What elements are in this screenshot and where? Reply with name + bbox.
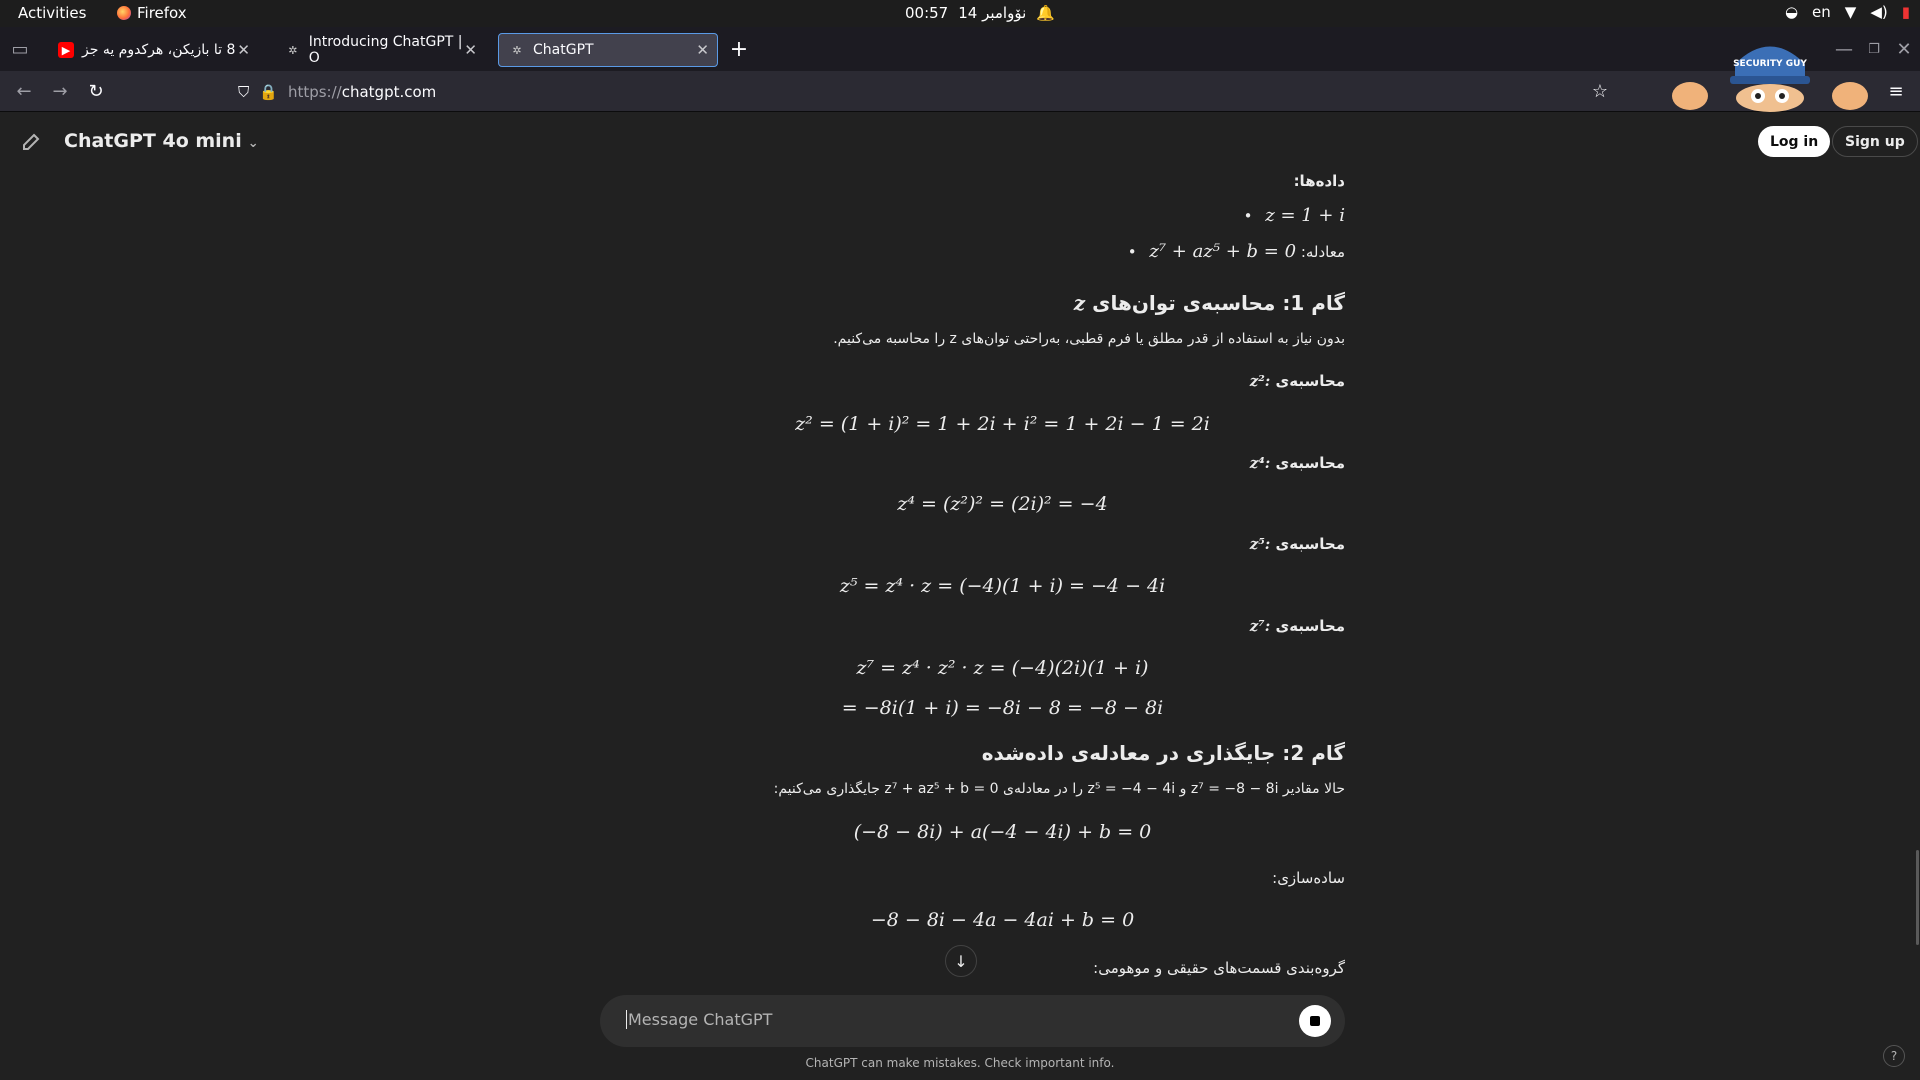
tab-label: 8 تا بازیکن، هرکدوم یه جز — [82, 42, 236, 58]
given-item-2: معادله: z⁷ + az⁵ + b = 0 — [1120, 238, 1345, 265]
step-1-title-var: z — [1073, 291, 1086, 315]
step-1-title: گام 1: محاسبه‌ی توان‌های — [1092, 291, 1345, 315]
calc-z5-label: محاسبه‌ی z⁵: — [1250, 533, 1345, 556]
disclaimer-text: ChatGPT can make mistakes. Check importa… — [805, 1056, 1115, 1070]
bookmark-star-icon[interactable]: ☆ — [1588, 79, 1612, 103]
given-1-math: z = 1 + i — [1265, 205, 1345, 226]
stop-icon — [1310, 1016, 1320, 1026]
signup-button[interactable]: Sign up — [1832, 126, 1918, 157]
language-indicator[interactable]: en — [1812, 3, 1831, 21]
close-icon[interactable]: ✕ — [464, 41, 477, 59]
hamburger-menu-icon[interactable]: ≡ — [1884, 79, 1908, 103]
step-1-heading: گام 1: محاسبه‌ی توان‌های z — [1074, 288, 1345, 318]
equation-z2: z² = (1 + i)² = 1 + 2i + i² = 1 + 2i − 1… — [795, 413, 1210, 435]
calc-z7-label: محاسبه‌ی z⁷: — [1250, 615, 1345, 638]
calc-z4-label: محاسبه‌ی z⁴: — [1250, 452, 1345, 475]
new-tab-button[interactable]: + — [727, 37, 751, 62]
app-name: Firefox — [137, 4, 187, 22]
message-input[interactable]: Message ChatGPT — [626, 1010, 772, 1029]
tab-overview-icon[interactable]: ▭ — [8, 37, 32, 61]
calc-z2-label: محاسبه‌ی z²: — [1250, 370, 1345, 393]
chevron-down-icon: ⌄ — [247, 136, 259, 151]
calc-label: محاسبه‌ی — [1275, 372, 1345, 390]
calc-label: محاسبه‌ی — [1275, 617, 1345, 635]
bell-icon: 🔔 — [1036, 4, 1055, 22]
step-2-heading: گام 2: جایگذاری در معادله‌ی داده‌شده — [981, 741, 1345, 765]
clock-date: 14 نۆوامبر — [958, 4, 1027, 22]
simplify-label: ساده‌سازی: — [1272, 869, 1345, 887]
step-2-description: حالا مقادیر z⁷ = −8 − 8i و z⁵ = −4 − 4i … — [773, 781, 1345, 797]
equation-z7-b: = −8i(1 + i) = −8i − 8 = −8 − 8i — [841, 697, 1164, 719]
openai-icon: ✲ — [288, 43, 298, 57]
stop-generating-button[interactable] — [1299, 1005, 1331, 1037]
given-item-1: z = 1 + i — [1236, 202, 1345, 229]
forward-icon[interactable]: → — [48, 79, 72, 103]
tab-youtube[interactable]: ▶ 8 تا بازیکن، هرکدوم یه جز ✕ — [48, 33, 258, 67]
equation-substitution: (−8 − 8i) + a(−4 − 4i) + b = 0 — [853, 821, 1152, 843]
chat-header: ChatGPT 4o mini ⌄ Log in Sign up — [0, 112, 1920, 170]
window-close-icon[interactable]: ✕ — [1892, 37, 1916, 61]
calc-var: z²: — [1249, 372, 1271, 390]
tab-label: Introducing ChatGPT | O — [308, 34, 463, 66]
clock[interactable]: 00:57 14 نۆوامبر 🔔 — [905, 4, 1055, 22]
scroll-to-bottom-button[interactable]: ↓ — [945, 945, 977, 977]
wifi-icon: ▼ — [1844, 3, 1857, 21]
assistant-message: داده‌ها: z = 1 + i معادله: z⁷ + az⁵ + b … — [660, 170, 1345, 990]
reload-icon[interactable]: ↻ — [84, 79, 108, 103]
system-tray[interactable]: ◒ en ▼ ◀) ▮ — [1785, 3, 1910, 21]
given-2-math: z⁷ + az⁵ + b = 0 — [1149, 241, 1297, 262]
calc-var: z⁷: — [1249, 617, 1271, 635]
tab-introducing-chatgpt[interactable]: ✲ Introducing ChatGPT | O ✕ — [275, 33, 485, 67]
page-scrollbar[interactable] — [1916, 850, 1919, 945]
given-2-label: معادله: — [1300, 243, 1345, 261]
help-button[interactable]: ? — [1883, 1045, 1905, 1067]
model-name: ChatGPT 4o mini — [64, 130, 242, 152]
grouping-label: گروه‌بندی قسمت‌های حقیقی و موهومی: — [1093, 959, 1345, 977]
activities-button[interactable]: Activities — [18, 4, 86, 22]
back-icon[interactable]: ← — [12, 79, 36, 103]
step-1-description: بدون نیاز به استفاده از قدر مطلق یا فرم … — [833, 331, 1345, 347]
calc-label: محاسبه‌ی — [1275, 535, 1345, 553]
system-top-bar: Activities Firefox 00:57 14 نۆوامبر 🔔 ◒ … — [0, 0, 1920, 27]
equation-z5: z⁵ = z⁴ · z = (−4)(1 + i) = −4 − 4i — [839, 575, 1166, 597]
shield-icon[interactable]: ⛉ — [238, 83, 249, 101]
tab-bar: ▭ ▶ 8 تا بازیکن، هرکدوم یه جز ✕ ✲ Introd… — [0, 27, 1920, 71]
message-composer[interactable]: Message ChatGPT — [600, 995, 1345, 1047]
nav-bar: ← → ↻ ⛉ 🔒 https://chatgpt.com ☆ ≡ — [0, 71, 1920, 112]
equation-simplified: −8 − 8i − 4a − 4ai + b = 0 — [870, 909, 1135, 931]
model-selector[interactable]: ChatGPT 4o mini ⌄ — [64, 130, 259, 152]
new-chat-icon[interactable] — [20, 129, 44, 153]
mascot-cap-text: SECURITY GUY — [1733, 59, 1807, 69]
youtube-icon: ▶ — [58, 42, 74, 58]
equation-z7-a: z⁷ = z⁴ · z² · z = (−4)(2i)(1 + i) — [856, 657, 1149, 679]
url-bar[interactable]: ⛉ 🔒 https://chatgpt.com — [230, 76, 1620, 107]
arrow-down-icon: ↓ — [954, 951, 968, 971]
url-text[interactable]: https://chatgpt.com — [288, 83, 436, 101]
volume-icon: ◀) — [1870, 3, 1888, 21]
lock-icon[interactable]: 🔒 — [259, 83, 278, 101]
close-icon[interactable]: ✕ — [237, 41, 250, 59]
tab-chatgpt[interactable]: ✲ ChatGPT ✕ — [498, 33, 718, 67]
clock-time: 00:57 — [905, 4, 949, 22]
security-guy-mascot: SECURITY GUY — [1672, 46, 1868, 112]
login-button[interactable]: Log in — [1758, 126, 1831, 157]
equation-z4: z⁴ = (z²)² = (2i)² = −4 — [897, 493, 1108, 515]
calc-label: محاسبه‌ی — [1275, 454, 1345, 472]
tab-label: ChatGPT — [533, 42, 594, 58]
battery-icon: ▮ — [1901, 3, 1910, 21]
calc-var: z⁴: — [1249, 454, 1271, 472]
close-icon[interactable]: ✕ — [696, 41, 709, 59]
given-heading: داده‌ها: — [1293, 172, 1345, 190]
openai-icon: ✲ — [512, 43, 522, 57]
firefox-icon — [117, 6, 131, 20]
calc-var: z⁵: — [1249, 535, 1271, 553]
user-avatar-icon: ◒ — [1784, 3, 1799, 21]
app-menu[interactable]: Firefox — [117, 4, 187, 22]
